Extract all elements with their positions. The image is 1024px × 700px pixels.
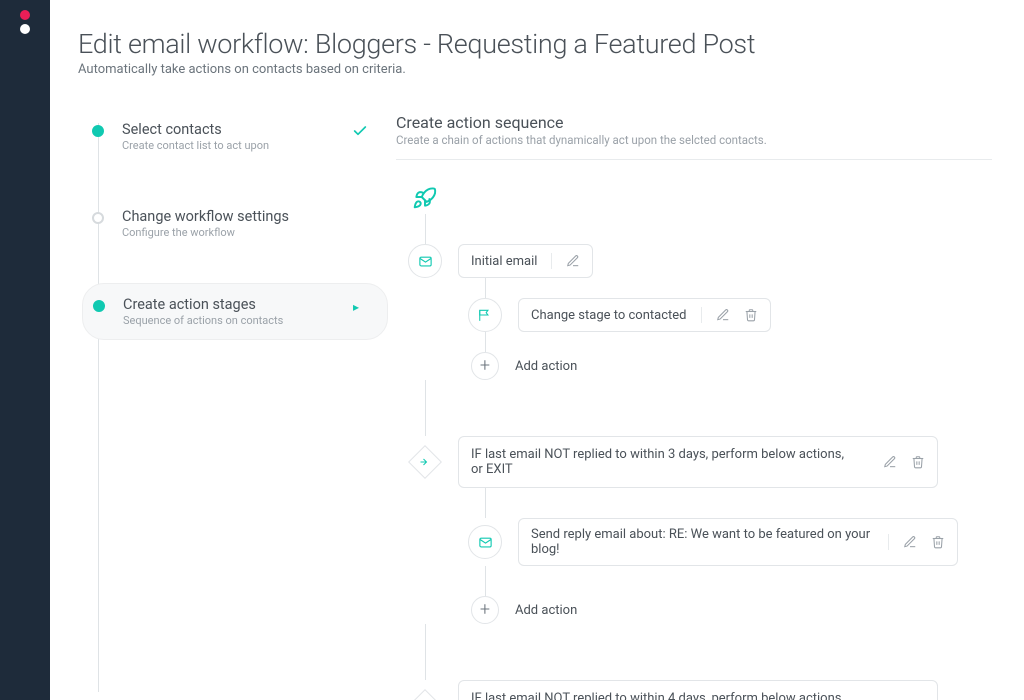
node-condition-1[interactable]: IF last email NOT replied to within 3 da…: [408, 436, 992, 488]
main-panel: Edit email workflow: Bloggers - Requesti…: [50, 0, 1024, 700]
separator: [888, 534, 889, 550]
connector-line: [485, 278, 486, 298]
brand-dot-white: [20, 24, 30, 34]
step-dot-icon: [92, 212, 104, 224]
page-subtitle: Automatically take actions on contacts b…: [78, 62, 992, 77]
caret-right-icon: ▸: [353, 300, 359, 314]
rocket-icon: [408, 180, 442, 214]
sequence-subtitle: Create a chain of actions that dynamical…: [396, 133, 992, 147]
step-subtitle: Create contact list to act upon: [122, 139, 352, 152]
mail-icon: [468, 525, 502, 559]
action-sequence-panel: Create action sequence Create a chain of…: [388, 113, 992, 700]
step-create-action-stages[interactable]: Create action stages Sequence of actions…: [82, 283, 388, 340]
condition-diamond: [408, 689, 442, 700]
node-label: Change stage to contacted: [531, 308, 687, 323]
add-action-button[interactable]: + Add action: [468, 596, 992, 624]
edit-icon[interactable]: [883, 455, 897, 469]
connector-line: [485, 332, 486, 352]
plus-icon: +: [471, 596, 499, 624]
sequence-flow: Initial email Cha: [396, 180, 992, 700]
step-dot-icon: [92, 125, 104, 137]
node-initial-email[interactable]: Initial email: [408, 244, 992, 278]
step-subtitle: Configure the workflow: [122, 226, 376, 239]
step-change-workflow-settings[interactable]: Change workflow settings Configure the w…: [92, 200, 388, 247]
connector-line: [425, 214, 426, 244]
node-send-reply-email[interactable]: Send reply email about: RE: We want to b…: [468, 518, 992, 566]
separator: [551, 253, 552, 269]
exit-arrow-icon: [419, 456, 431, 468]
condition-text: IF last email NOT replied to within 3 da…: [471, 447, 855, 477]
step-subtitle: Sequence of actions on contacts: [123, 314, 353, 327]
check-icon: [352, 123, 368, 139]
step-title: Create action stages: [123, 296, 353, 313]
condition-text: IF last email NOT replied to within 4 da…: [471, 691, 855, 700]
edit-icon[interactable]: [903, 535, 917, 549]
delete-icon[interactable]: [931, 535, 945, 549]
node-label: Initial email: [471, 254, 537, 269]
node-label: Send reply email about: RE: We want to b…: [531, 527, 874, 557]
condition-diamond: [408, 445, 442, 479]
app-left-rail: [0, 0, 50, 700]
divider: [396, 159, 992, 160]
add-action-button[interactable]: + Add action: [468, 352, 992, 380]
step-select-contacts[interactable]: Select contacts Create contact list to a…: [92, 113, 388, 160]
plus-icon: +: [471, 352, 499, 380]
edit-icon[interactable]: [566, 254, 580, 268]
step-dot-icon: [93, 300, 105, 312]
stepper: Select contacts Create contact list to a…: [78, 113, 388, 700]
brand-dot-red: [20, 10, 30, 20]
mail-icon: [408, 244, 442, 278]
delete-icon[interactable]: [744, 308, 758, 322]
node-condition-2[interactable]: IF last email NOT replied to within 4 da…: [408, 680, 992, 700]
flag-icon: [468, 298, 502, 332]
delete-icon[interactable]: [911, 455, 925, 469]
step-title: Change workflow settings: [122, 208, 376, 225]
sequence-title: Create action sequence: [396, 113, 992, 132]
connector-line: [485, 566, 486, 596]
node-change-stage[interactable]: Change stage to contacted: [468, 298, 992, 332]
add-action-label: Add action: [515, 359, 577, 374]
connector-line: [425, 624, 426, 680]
separator: [701, 307, 702, 323]
step-title: Select contacts: [122, 121, 352, 138]
connector-line: [425, 380, 426, 436]
page-title: Edit email workflow: Bloggers - Requesti…: [78, 28, 992, 60]
edit-icon[interactable]: [716, 308, 730, 322]
add-action-label: Add action: [515, 603, 577, 618]
connector-line: [485, 488, 486, 518]
